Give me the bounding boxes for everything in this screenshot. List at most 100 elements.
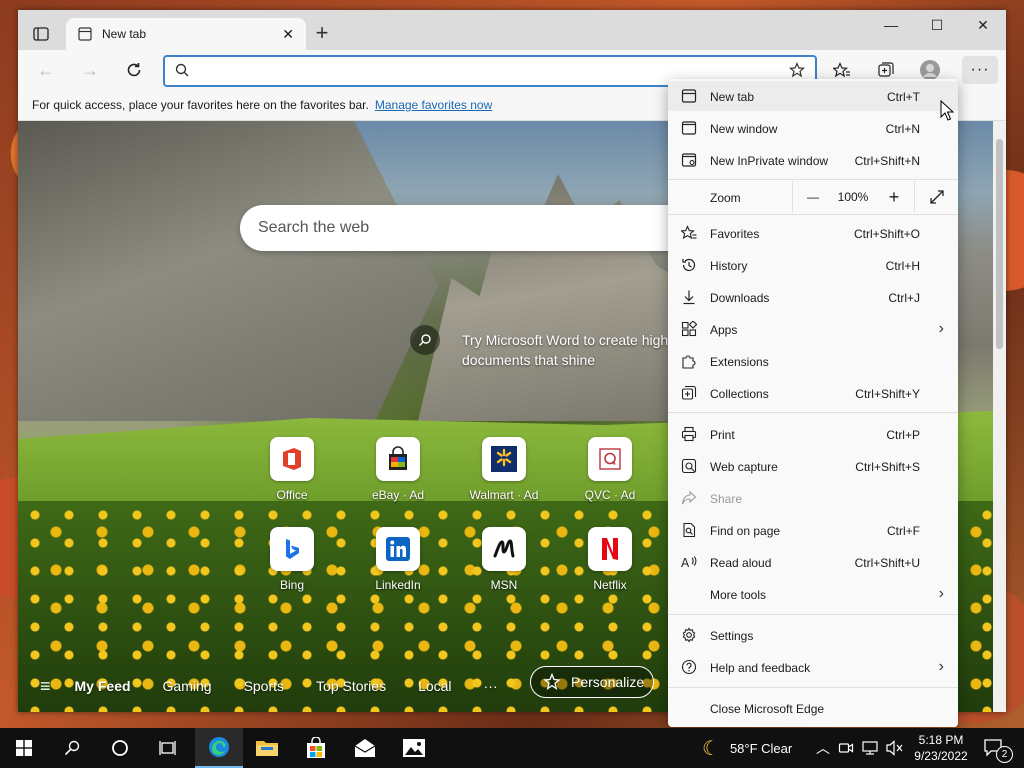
more-icon: ··· [970, 61, 990, 78]
quick-link-walmart[interactable]: Walmart · Ad [459, 437, 549, 502]
menu-item-new-tab[interactable]: New tab Ctrl+T [668, 81, 958, 111]
windows-icon [16, 740, 32, 756]
quick-link-linkedin[interactable]: LinkedIn [353, 527, 443, 592]
promo-search-icon[interactable] [410, 325, 440, 355]
feed-tab-top-stories[interactable]: Top Stories [316, 678, 386, 694]
menu-item-new-inprivate-window[interactable]: New InPrivate window Ctrl+Shift+N [668, 145, 958, 175]
personalize-button[interactable]: Personalize [530, 666, 654, 698]
zoom-label: Zoom [710, 191, 741, 205]
menu-item-history[interactable]: History Ctrl+H [668, 250, 958, 280]
feed-tab-sports[interactable]: Sports [244, 678, 284, 694]
close-window-button[interactable]: ✕ [960, 10, 1006, 40]
action-center-button[interactable]: 2 [972, 728, 1016, 768]
cortana-button[interactable] [96, 728, 144, 768]
web-search-box[interactable] [240, 205, 700, 251]
tab-close-icon[interactable]: ✕ [282, 26, 294, 43]
quick-link-netflix[interactable]: Netflix [565, 527, 655, 592]
forward-button[interactable]: → [76, 58, 104, 82]
tile-label: Bing [279, 578, 305, 592]
feed-more-icon[interactable]: ··· [484, 678, 498, 694]
moon-icon: ☾ [702, 737, 720, 760]
menu-item-collections[interactable]: Collections Ctrl+Shift+Y [668, 378, 958, 408]
linkedin-icon [386, 537, 410, 561]
quick-link-qvc[interactable]: QVC · Ad [565, 437, 655, 502]
quick-link-office[interactable]: Office [247, 437, 337, 502]
office-icon [283, 448, 301, 470]
menu-item-print[interactable]: Print Ctrl+P [668, 419, 958, 449]
menu-label: More tools [710, 588, 767, 602]
tab-new-tab[interactable]: New tab ✕ [66, 18, 306, 50]
tab-actions-button[interactable] [26, 22, 56, 46]
menu-item-more-tools[interactable]: More tools › [668, 579, 958, 609]
show-hidden-icons-button[interactable]: ︿ [816, 728, 830, 768]
taskbar-edge[interactable] [195, 728, 243, 768]
page-scrollbar[interactable] [993, 121, 1006, 712]
chevron-right-icon: › [938, 585, 944, 602]
new-tab-button[interactable]: + [310, 22, 334, 44]
task-view-button[interactable] [144, 728, 192, 768]
taskbar-store[interactable] [292, 728, 340, 768]
scrollbar-thumb[interactable] [996, 139, 1003, 349]
taskbar-photos[interactable] [390, 728, 438, 768]
weather-widget[interactable]: ☾ 58°F Clear [702, 728, 792, 768]
minimize-button[interactable]: — [868, 10, 914, 40]
history-icon [682, 258, 696, 272]
tile-label: Netflix [593, 578, 627, 592]
search-button[interactable] [48, 728, 96, 768]
menu-item-extensions[interactable]: Extensions [668, 346, 958, 376]
zoom-out-button[interactable]: — [792, 181, 833, 213]
quick-link-bing[interactable]: Bing [247, 527, 337, 592]
promo-text[interactable]: Try Microsoft Word to create high docume… [462, 330, 682, 370]
qvc-icon [599, 448, 621, 470]
menu-item-apps[interactable]: Apps › [668, 314, 958, 344]
menu-item-find-on-page[interactable]: Find on page Ctrl+F [668, 515, 958, 545]
feed-tab-gaming[interactable]: Gaming [163, 678, 212, 694]
back-button[interactable]: ← [32, 58, 60, 82]
settings-and-more-button[interactable]: ··· [962, 56, 998, 84]
menu-shortcut: Ctrl+P [886, 428, 920, 442]
full-screen-icon [930, 190, 944, 204]
start-button[interactable] [0, 728, 48, 768]
clock[interactable]: 5:18 PM 9/23/2022 [912, 732, 970, 764]
add-favorite-icon[interactable] [789, 62, 805, 78]
address-input[interactable] [195, 61, 759, 81]
quick-link-ebay[interactable]: eBay · Ad [353, 437, 443, 502]
taskbar-file-explorer[interactable] [243, 728, 291, 768]
task-view-icon [159, 741, 176, 755]
menu-shortcut: Ctrl+H [885, 259, 920, 273]
tile-label: MSN [490, 578, 518, 592]
clock-time: 5:18 PM [918, 733, 964, 747]
notification-count-badge: 2 [996, 746, 1013, 763]
menu-item-downloads[interactable]: Downloads Ctrl+J [668, 282, 958, 312]
volume-muted-icon[interactable] [886, 740, 904, 756]
menu-label: Collections [710, 387, 769, 401]
maximize-button[interactable]: ☐ [914, 10, 960, 40]
menu-item-favorites[interactable]: Favorites Ctrl+Shift+O [668, 218, 958, 248]
taskbar-mail[interactable] [341, 728, 389, 768]
menu-item-settings[interactable]: Settings [668, 620, 958, 650]
menu-label: Web capture [710, 460, 778, 474]
search-icon [64, 740, 80, 756]
meet-now-icon[interactable] [838, 740, 854, 756]
favorites-icon [833, 62, 850, 78]
collections-icon [878, 62, 894, 77]
menu-item-web-capture[interactable]: Web capture Ctrl+Shift+S [668, 451, 958, 481]
background-peaks [418, 174, 698, 421]
feed-tab-local[interactable]: Local [418, 678, 451, 694]
menu-item-close-microsoft-edge[interactable]: Close Microsoft Edge [668, 693, 958, 723]
quick-link-msn[interactable]: MSN [459, 527, 549, 592]
menu-label: Share [710, 492, 743, 506]
menu-item-help-and-feedback[interactable]: Help and feedback › [668, 652, 958, 682]
share-icon [681, 490, 697, 505]
manage-favorites-link[interactable]: Manage favorites now [375, 98, 492, 112]
network-icon[interactable] [862, 740, 878, 756]
feed-tab-my-feed[interactable]: My Feed [75, 678, 131, 694]
full-screen-button[interactable] [914, 181, 959, 213]
menu-item-new-window[interactable]: New window Ctrl+N [668, 113, 958, 143]
zoom-in-button[interactable]: + [874, 181, 914, 213]
refresh-button[interactable] [120, 58, 148, 82]
web-search-input[interactable] [256, 218, 660, 238]
feed-menu-icon[interactable]: ≡ [40, 676, 51, 697]
zoom-value: 100% [837, 190, 869, 204]
menu-item-read-aloud[interactable]: A Read aloud Ctrl+Shift+U [668, 547, 958, 577]
